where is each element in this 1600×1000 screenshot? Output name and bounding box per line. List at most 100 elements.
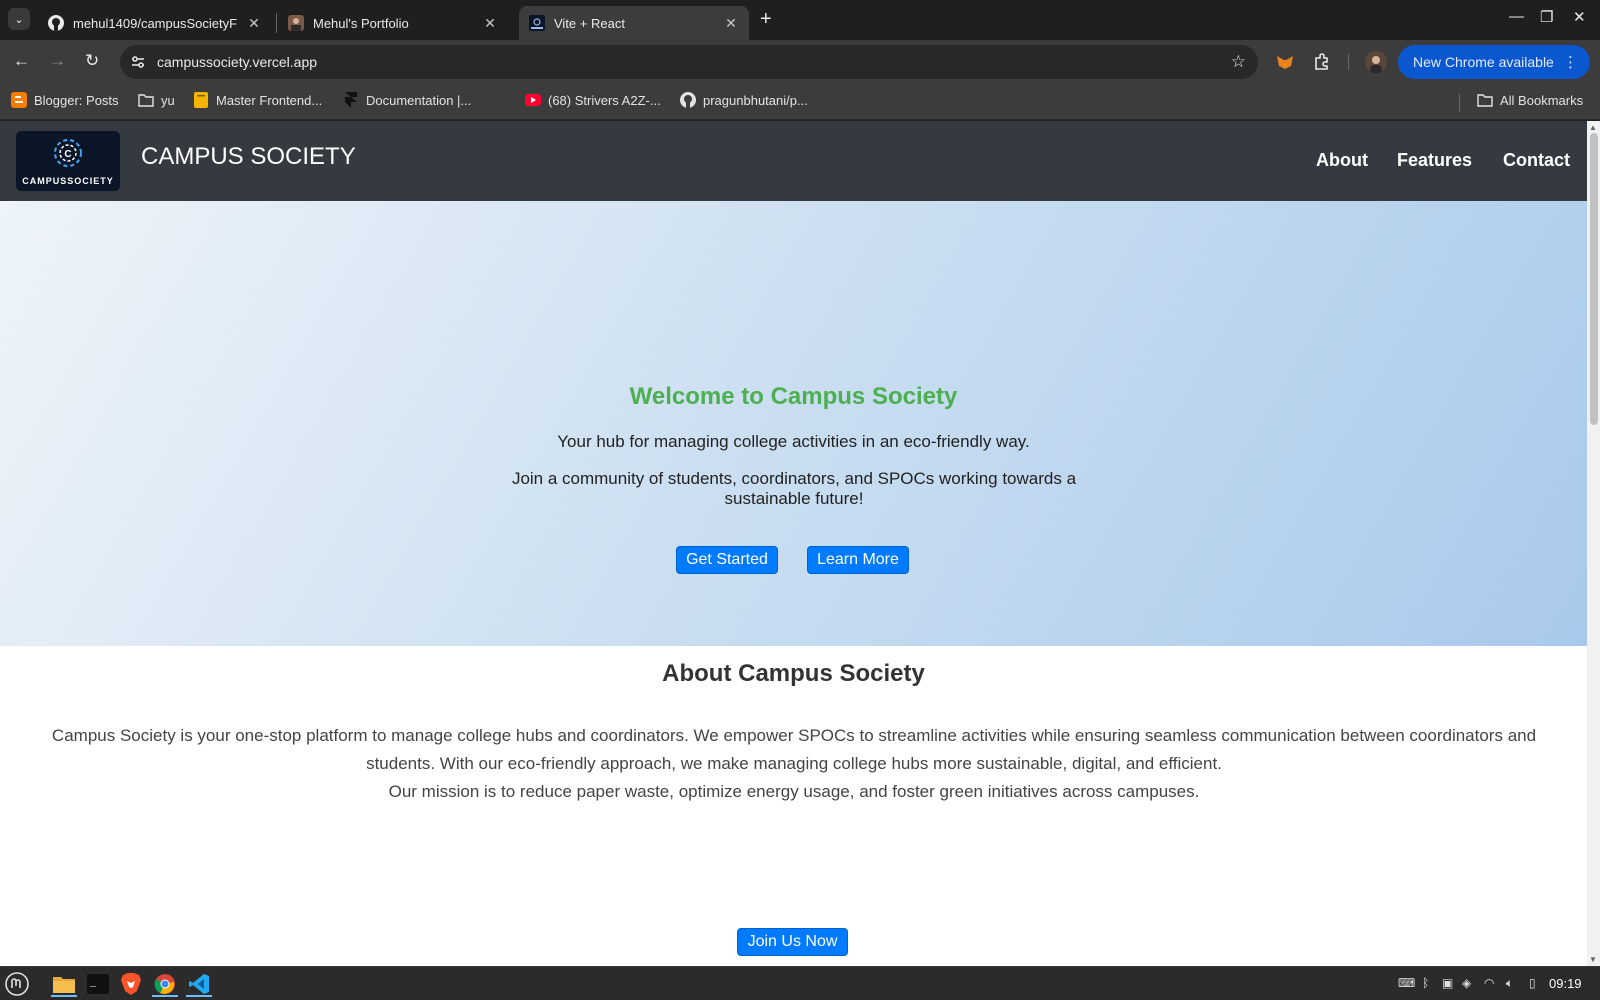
join-us-now-button[interactable]: Join Us Now [737,928,848,956]
about-description: Campus Society is your one-stop platform… [24,722,1564,806]
os-taskbar: _ ⌨ ᛒ ▣ ◈ ◠ 🔈︎ ▯ 09:19 [0,966,1600,1000]
battery-icon[interactable]: ▯ [1529,976,1536,990]
url-text[interactable]: campussociety.vercel.app [157,54,317,70]
clipboard-icon[interactable]: ▣ [1442,976,1453,990]
new-chrome-available-button[interactable]: New Chrome available ⋮ [1398,45,1590,79]
page-viewport: C CAMPUSSOCIETY CAMPUS SOCIETY About Fea… [0,121,1587,966]
nav-link-features[interactable]: Features [1397,150,1472,171]
bookmark-pragunbhutani[interactable]: pragunbhutani/p... [680,92,808,108]
scrollbar-thumb[interactable] [1590,133,1598,425]
browser-tab-strip: ⌄ mehul1409/campusSocietyF ✕ Mehul's Por… [0,0,1600,40]
bookmarks-bar: Blogger: Posts yu Master Frontend... Doc… [0,84,1600,120]
tab-portfolio[interactable]: Mehul's Portfolio ✕ [278,6,508,40]
tab-github[interactable]: mehul1409/campusSocietyF ✕ [38,6,272,40]
folder-icon [1477,92,1493,108]
notebook-icon [193,92,209,108]
bookmarks-divider [1459,94,1460,112]
github-icon [680,92,696,108]
bookmark-label: pragunbhutani/p... [703,92,808,108]
forward-icon[interactable]: → [49,51,66,71]
close-icon[interactable]: ✕ [246,15,262,32]
scroll-up-icon[interactable]: ▲ [1589,123,1597,132]
keyboard-layout-icon[interactable]: ⌨ [1398,976,1415,990]
new-tab-button[interactable]: + [760,8,772,31]
bookmark-label: yu [161,92,175,108]
about-title: About Campus Society [662,660,925,687]
bookmark-strivers[interactable]: (68) Strivers A2Z-... [525,92,661,108]
mission-paragraph: Our mission is to reduce paper waste, op… [388,782,1200,801]
tab-title: mehul1409/campusSocietyF [73,15,238,31]
portfolio-avatar-icon [288,15,304,31]
bookmark-blogger[interactable]: Blogger: Posts [11,92,119,108]
github-icon [48,15,64,31]
site-header: C CAMPUSSOCIETY CAMPUS SOCIETY About Fea… [0,121,1587,201]
tab-search-button[interactable]: ⌄ [8,8,30,30]
active-indicator [152,995,178,997]
more-menu-icon[interactable]: ⋮ [1563,53,1578,71]
active-indicator [51,995,77,997]
get-started-button[interactable]: Get Started [676,546,778,574]
bookmark-label: Blogger: Posts [34,92,119,108]
nav-link-about[interactable]: About [1316,150,1368,171]
all-bookmarks-button[interactable]: All Bookmarks [1477,92,1583,108]
hero-subtitle: Your hub for managing college activities… [557,432,1030,451]
vite-icon [529,15,545,31]
tab-vite-react[interactable]: Vite + React ✕ [519,6,749,40]
active-indicator [186,995,212,997]
minimize-icon[interactable]: — [1509,8,1524,25]
shield-update-icon[interactable]: ◈ [1462,976,1471,990]
logo-text: CAMPUSSOCIETY [22,176,114,186]
back-icon[interactable]: ← [13,51,30,71]
profile-avatar-icon[interactable] [1365,51,1387,73]
learn-more-button[interactable]: Learn More [807,546,909,574]
about-paragraph: Campus Society is your one-stop platform… [51,726,1537,773]
bookmark-documentation[interactable]: Documentation |... [343,92,471,108]
hero-section: Welcome to Campus Society Your hub for m… [0,201,1587,646]
bookmark-label: Master Frontend... [216,92,323,108]
close-window-icon[interactable]: ✕ [1573,8,1586,26]
vscode-icon[interactable] [186,971,212,997]
tab-title: Mehul's Portfolio [313,15,409,31]
system-clock[interactable]: 09:19 [1549,976,1582,991]
bookmark-label: All Bookmarks [1500,92,1584,108]
site-logo[interactable]: C CAMPUSSOCIETY [16,131,120,191]
campus-society-logo-emblem: C [54,139,82,167]
bookmark-star-icon[interactable]: ☆ [1231,52,1246,72]
close-icon[interactable]: ✕ [482,15,498,32]
mint-menu-icon[interactable] [4,971,30,997]
brave-icon[interactable] [118,971,144,997]
toolbar-divider [1348,54,1349,70]
bluetooth-icon[interactable]: ᛒ [1422,976,1429,990]
site-brand-title[interactable]: CAMPUS SOCIETY [141,143,356,171]
tab-title: Vite + React [554,15,625,31]
page-scrollbar[interactable]: ▲ ▼ [1587,121,1600,966]
restore-icon[interactable]: ❐ [1540,8,1553,26]
svg-text:_: _ [89,979,97,990]
youtube-icon [525,92,541,108]
files-icon[interactable] [51,971,77,997]
scroll-down-icon[interactable]: ▼ [1589,955,1597,964]
bookmark-label: Documentation |... [366,92,472,108]
metamask-fox-icon[interactable] [1275,52,1295,72]
tab-divider [276,13,277,33]
bookmark-label: (68) Strivers A2Z-... [548,92,661,108]
site-settings-icon[interactable] [130,54,146,70]
hero-join-text: Join a community of students, coordinato… [511,469,1077,508]
chrome-icon[interactable] [152,971,178,997]
framer-icon [343,92,359,108]
update-label: New Chrome available [1413,54,1554,70]
extensions-puzzle-icon[interactable] [1312,52,1332,72]
bookmark-yu[interactable]: yu [138,92,175,108]
nav-link-contact[interactable]: Contact [1503,150,1570,171]
blogger-icon [11,92,27,108]
address-bar[interactable]: campussociety.vercel.app ☆ [120,45,1258,79]
volume-icon[interactable]: 🔈︎ [1506,976,1513,991]
reload-icon[interactable]: ↻ [85,51,99,71]
wifi-icon[interactable]: ◠ [1484,976,1494,990]
terminal-icon[interactable]: _ [85,971,111,997]
close-icon[interactable]: ✕ [723,15,739,32]
browser-toolbar: ← → ↻ campussociety.vercel.app ☆ New Chr… [0,40,1600,84]
folder-icon [138,92,154,108]
bookmark-master-frontend[interactable]: Master Frontend... [193,92,322,108]
hero-title: Welcome to Campus Society [629,383,958,410]
